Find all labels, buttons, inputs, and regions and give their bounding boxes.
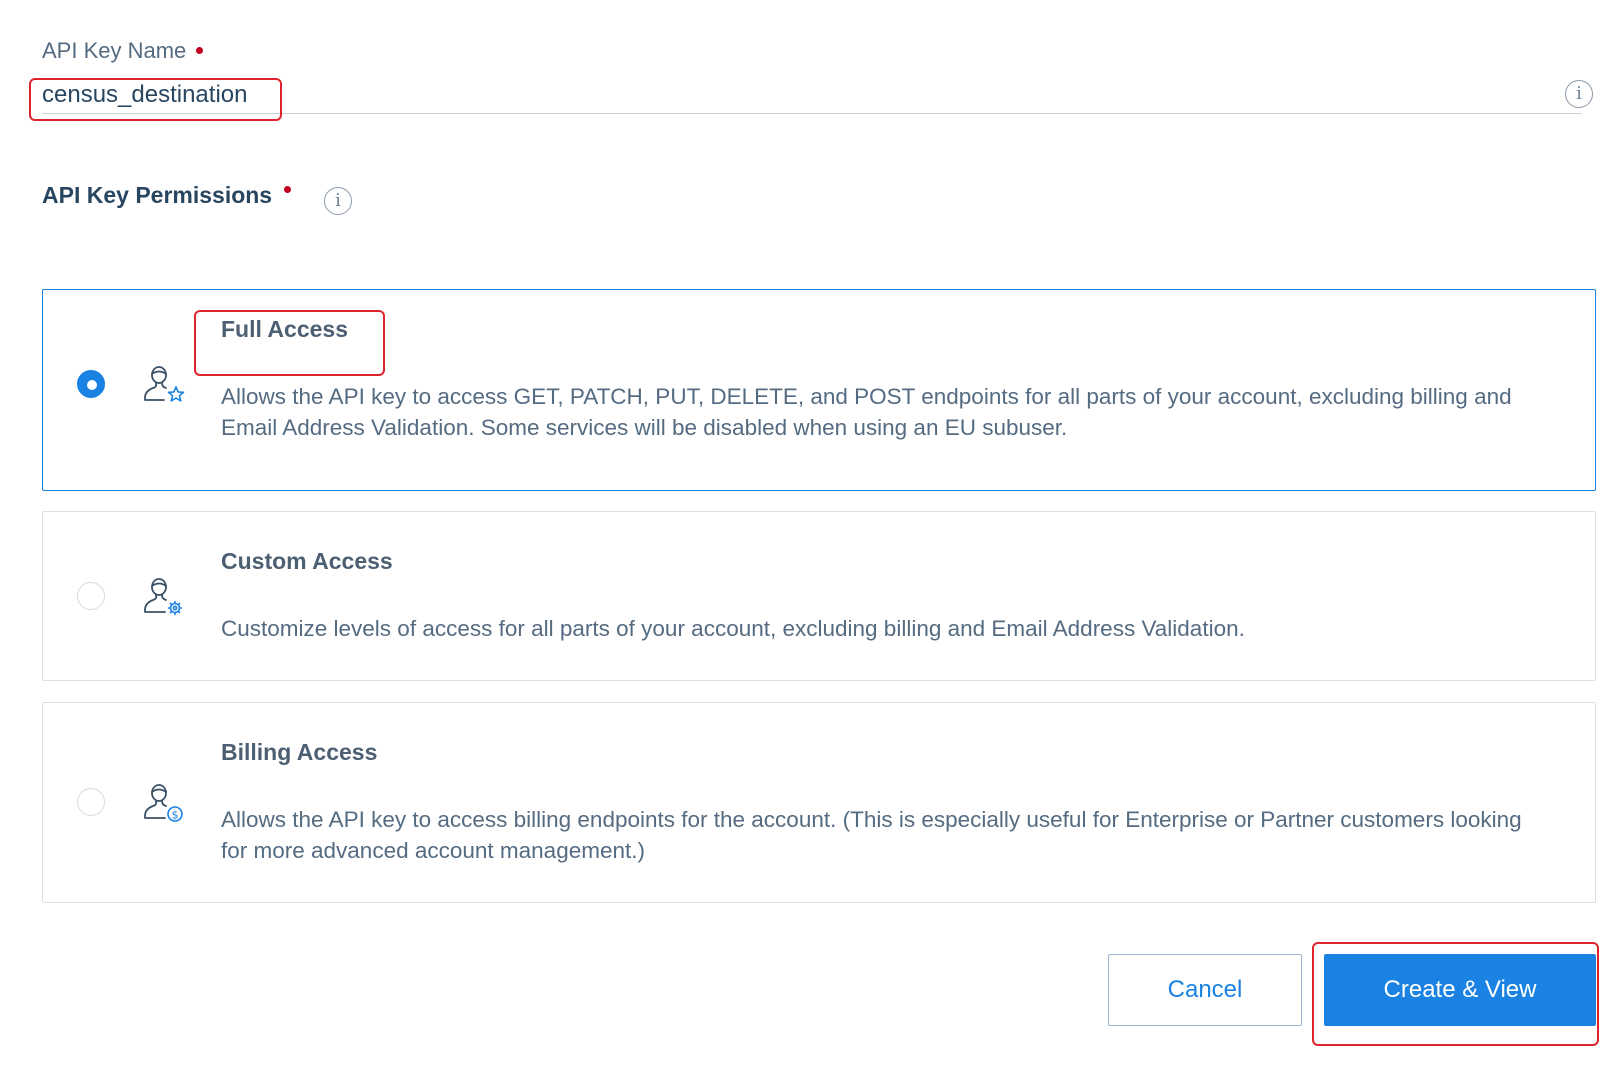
user-dollar-icon: $ [144,784,183,822]
required-indicator [284,186,292,193]
api-key-permissions-label: API Key Permissions [42,182,292,209]
cancel-button[interactable]: Cancel [1108,954,1302,1026]
option-title: Full Access [221,316,348,342]
api-key-name-label-text: API Key Name [42,38,187,63]
api-key-permissions-label-text: API Key Permissions [42,182,273,208]
option-card-billing-access[interactable]: $ Billing Access Allows the API key to a… [42,702,1596,903]
svg-text:$: $ [172,809,179,822]
option-description: Allows the API key to access GET, PATCH,… [221,384,1512,440]
option-description: Customize levels of access for all parts… [221,616,1245,641]
api-key-name-input[interactable] [42,76,1582,114]
option-title: Custom Access [221,548,393,574]
user-gear-icon [144,578,183,616]
permissions-info-icon[interactable]: i [324,187,352,215]
option-title: Billing Access [221,739,378,765]
option-card-full-access[interactable]: Full Access Allows the API key to access… [42,289,1596,491]
required-indicator [196,47,204,54]
option-card-custom-access[interactable]: Custom Access Customize levels of access… [42,511,1596,681]
api-key-name-label: API Key Name [42,38,204,64]
create-and-view-button[interactable]: Create & View [1324,954,1596,1026]
info-icon[interactable]: i [1565,80,1593,108]
radio-billing-access[interactable] [77,788,105,816]
radio-custom-access[interactable] [77,582,105,610]
user-star-icon [144,366,185,402]
option-description: Allows the API key to access billing end… [221,807,1522,863]
radio-full-access[interactable] [77,370,105,398]
